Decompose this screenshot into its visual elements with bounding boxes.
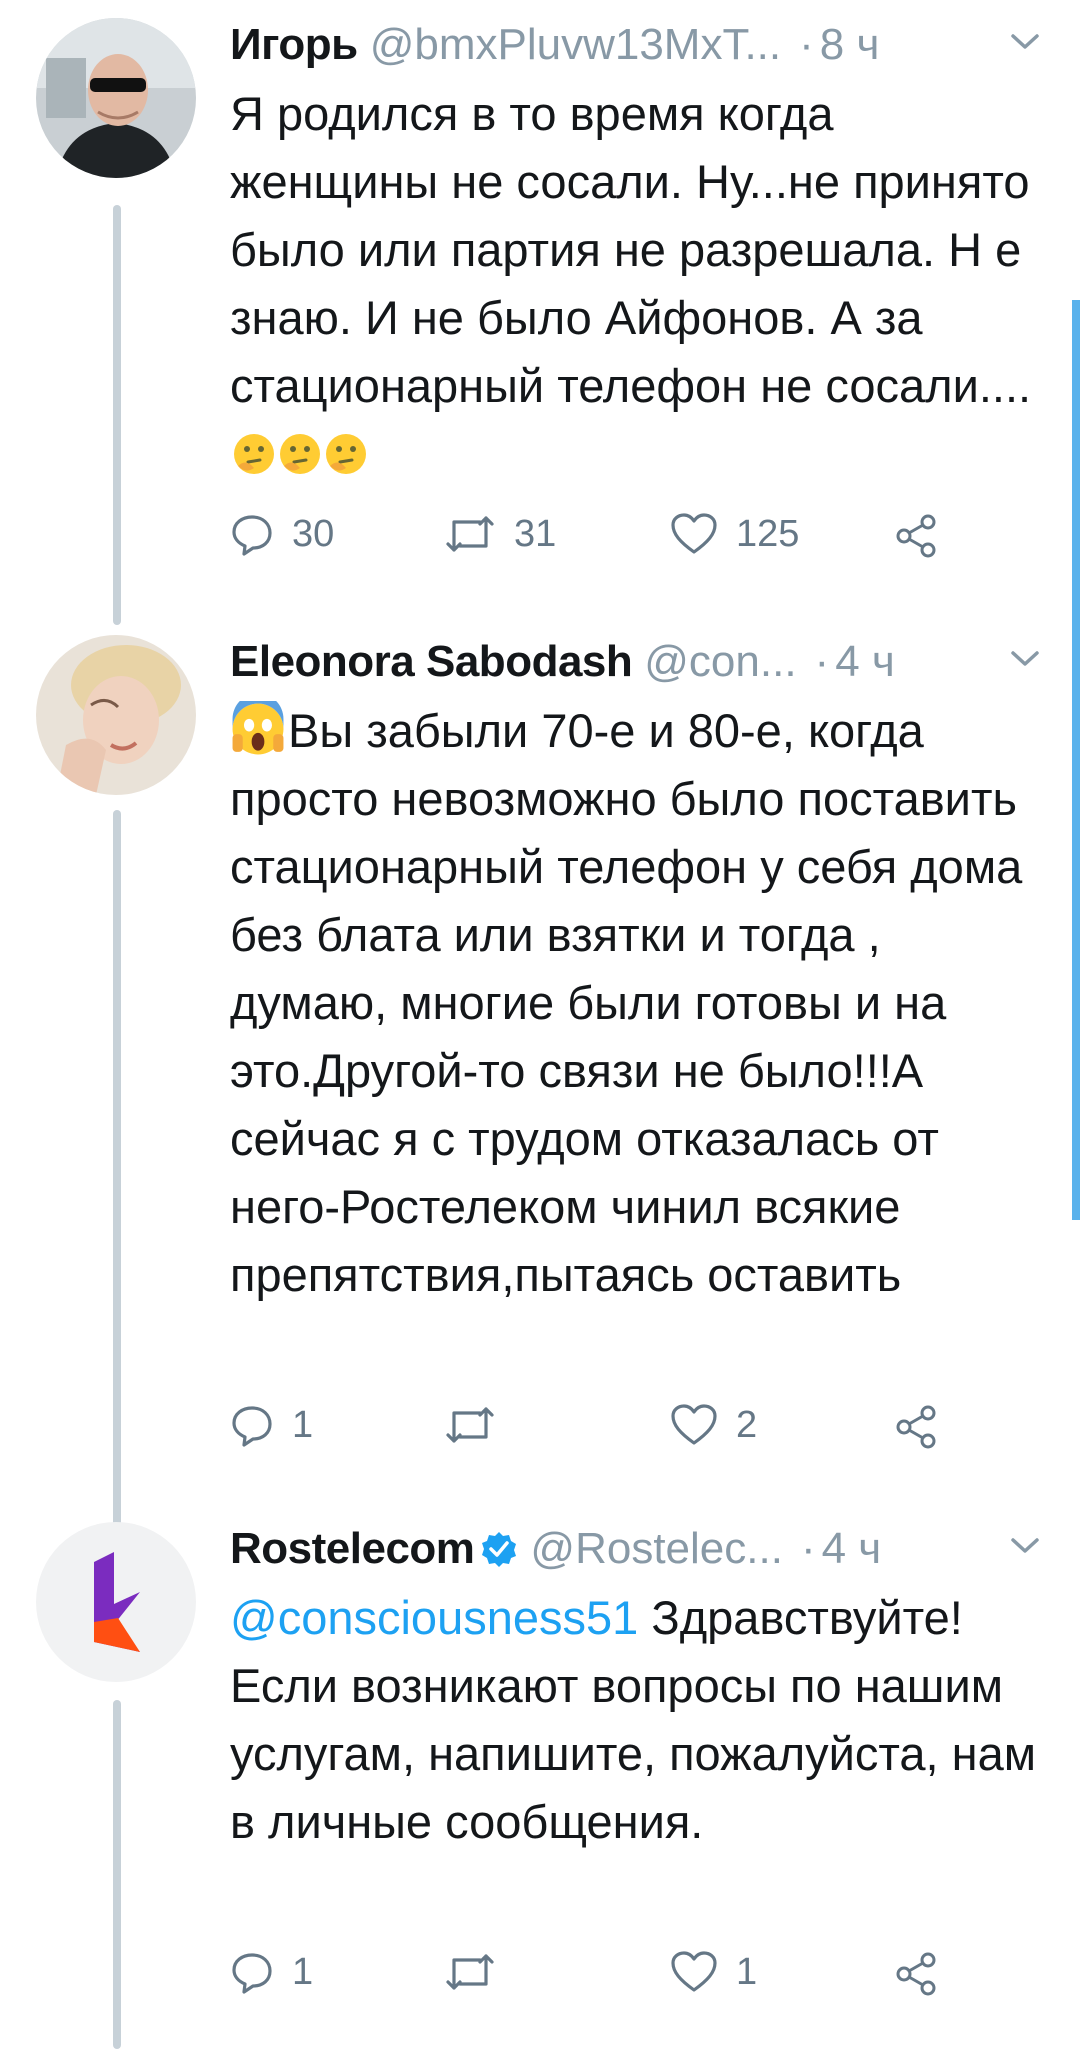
tweet-actions: 1 1 <box>230 1950 970 2006</box>
share-button[interactable] <box>892 512 940 560</box>
thinking-face-icon <box>326 434 366 474</box>
chevron-down-icon[interactable] <box>1010 32 1040 52</box>
thread-line-3 <box>113 1700 121 2049</box>
reply-button[interactable]: 1 <box>230 1403 313 1447</box>
heart-icon <box>671 1951 717 1992</box>
reply-count: 1 <box>292 1403 314 1446</box>
reply-count: 1 <box>292 1950 314 1993</box>
tweet-body: Я родился в то время когда женщины не со… <box>230 87 1032 412</box>
share-icon <box>896 1952 936 1996</box>
reply-icon <box>232 515 272 556</box>
tweet-actions: 1 2 <box>230 1403 970 1459</box>
user-handle[interactable]: @bmxPluvw13MxT... <box>370 20 781 70</box>
avatar-igor[interactable] <box>36 18 196 178</box>
verified-badge-icon <box>482 1532 517 1567</box>
heart-icon <box>671 1404 717 1445</box>
reply-button[interactable]: 1 <box>230 1950 313 1994</box>
separator-dot: · <box>814 637 830 686</box>
share-button[interactable] <box>892 1950 940 1998</box>
like-button[interactable]: 125 <box>670 512 799 556</box>
avatar-eleonora[interactable] <box>36 635 196 795</box>
like-count: 2 <box>736 1403 758 1446</box>
mention-link[interactable]: @consciousness51 <box>230 1591 638 1644</box>
thinking-face-icon <box>280 434 320 474</box>
thinking-face-icon <box>234 434 274 474</box>
retweet-icon <box>446 516 494 552</box>
like-button[interactable]: 1 <box>670 1950 757 1994</box>
retweet-button[interactable]: 31 <box>444 512 556 556</box>
timestamp[interactable]: 8 ч <box>820 20 880 70</box>
like-button[interactable]: 2 <box>670 1403 757 1447</box>
scroll-indicator[interactable] <box>1072 300 1080 1220</box>
display-name[interactable]: Rostelecom <box>230 1524 475 1574</box>
timestamp[interactable]: 4 ч <box>822 1524 882 1574</box>
user-handle[interactable]: @con... <box>644 637 796 687</box>
screaming-face-icon <box>232 701 284 755</box>
tweet-header: Eleonora Sabodash @con... · 4 ч <box>230 635 1040 689</box>
reply-button[interactable]: 30 <box>230 512 334 556</box>
tweet-header: Игорь @bmxPluvw13MxT... · 8 ч <box>230 18 1040 72</box>
like-count: 1 <box>736 1950 758 1993</box>
user-handle[interactable]: @Rostelec... <box>530 1524 783 1574</box>
like-count: 125 <box>736 512 800 555</box>
display-name[interactable]: Eleonora Sabodash <box>230 637 633 687</box>
retweet-icon <box>446 1954 494 1990</box>
thread-line-1 <box>113 205 121 625</box>
tweet-text: Я родился в то время когда женщины не со… <box>230 80 1040 488</box>
separator-dot: · <box>799 20 814 69</box>
reply-count: 30 <box>292 512 335 555</box>
tweet-body: Вы забыли 70-е и 80-е, когда просто нево… <box>230 704 1023 1301</box>
share-icon <box>896 1405 936 1449</box>
heart-icon <box>671 513 717 554</box>
retweet-button[interactable] <box>444 1403 514 1447</box>
retweet-count: 31 <box>514 512 557 555</box>
display-name[interactable]: Игорь <box>230 20 358 70</box>
thread-line-2 <box>113 810 121 1540</box>
reply-icon <box>232 1406 272 1447</box>
share-button[interactable] <box>892 1403 940 1451</box>
chevron-down-icon[interactable] <box>1010 1536 1040 1556</box>
separator-dot: · <box>800 1524 816 1573</box>
tweet-actions: 30 31 125 <box>230 512 970 568</box>
tweet-header: Rostelecom @Rostelec... · 4 ч <box>230 1522 1040 1576</box>
tweet-text: @consciousness51 Здравствуйте! Если возн… <box>230 1584 1040 1856</box>
tweet-text: Вы забыли 70-е и 80-е, когда просто нево… <box>230 697 1040 1309</box>
retweet-icon <box>446 1407 494 1443</box>
retweet-button[interactable] <box>444 1950 514 1994</box>
avatar-rostelecom[interactable] <box>36 1522 196 1682</box>
chevron-down-icon[interactable] <box>1010 649 1040 669</box>
timestamp[interactable]: 4 ч <box>835 637 895 687</box>
share-icon <box>896 514 936 558</box>
reply-icon <box>232 1953 272 1994</box>
